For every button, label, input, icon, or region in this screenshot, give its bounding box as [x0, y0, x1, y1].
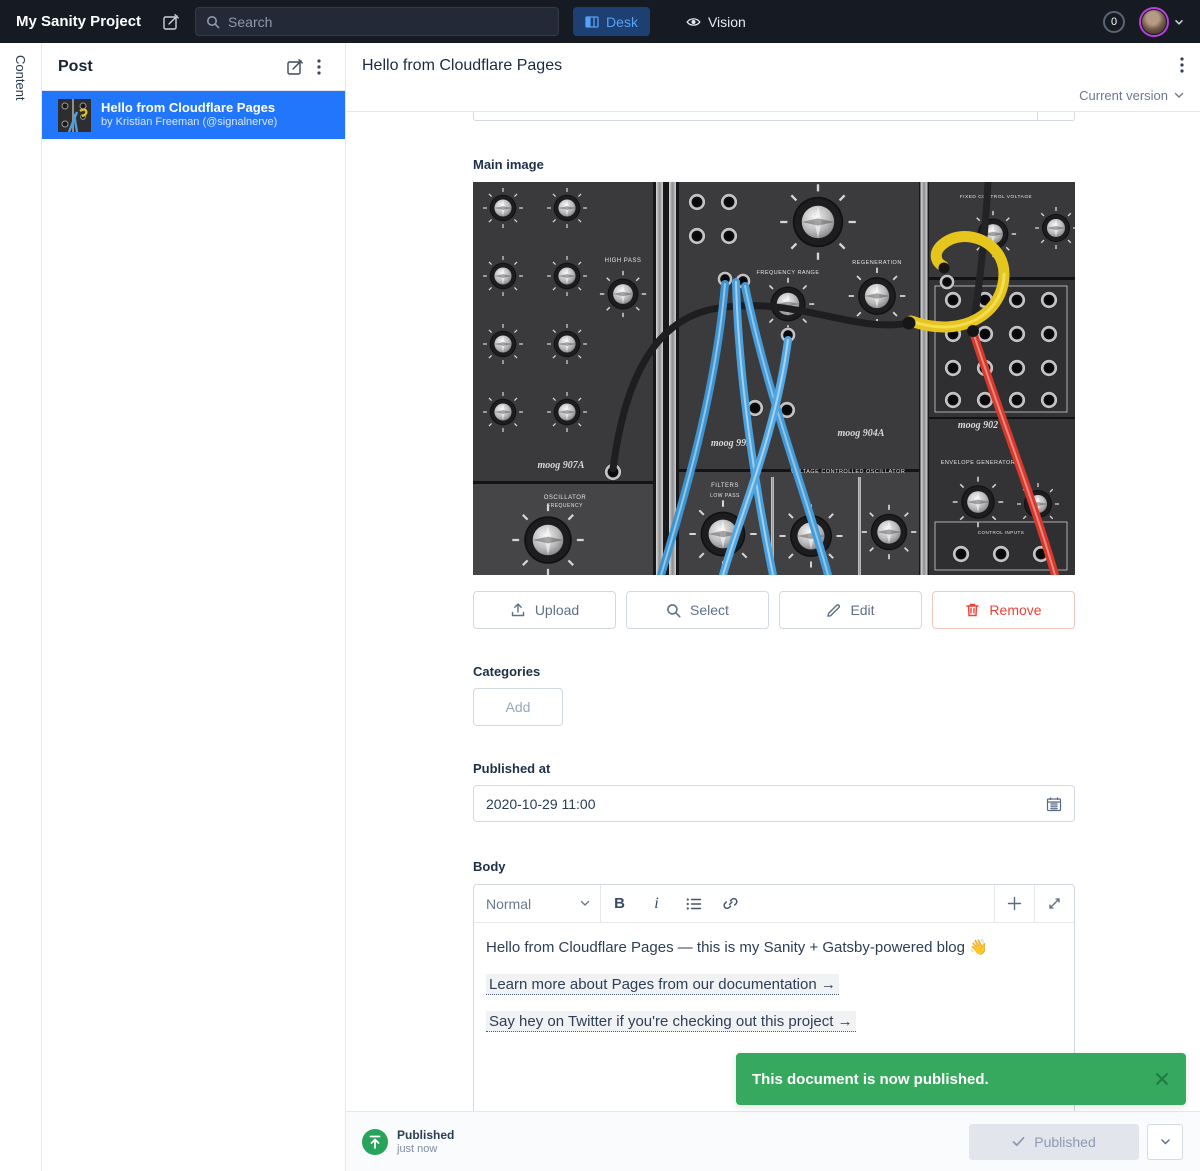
document-list-pane: Post	[42, 43, 346, 1171]
editor-content[interactable]: Hello from Cloudflare Pages — this is my…	[474, 923, 1074, 1061]
document-pane: Hello from Cloudflare Pages Current vers…	[346, 43, 1200, 1171]
published-at-input[interactable]: 2020-10-29 11:00	[473, 785, 1075, 822]
photo-label: CONTROL INPUTS	[978, 530, 1025, 535]
chevron-down-icon[interactable]	[1174, 18, 1184, 26]
tab-desk[interactable]: Desk	[573, 7, 650, 36]
remove-button[interactable]: Remove	[932, 591, 1075, 629]
editor-toolbar: Normal B i	[474, 885, 1074, 923]
check-icon	[1012, 1136, 1025, 1147]
list-item[interactable]: Hello from Cloudflare Pages by Kristian …	[42, 91, 345, 139]
photo-label: VOLTAGE CONTROLLED OSCILLATOR	[791, 469, 906, 475]
photo-label: OSCILLATOR	[544, 495, 587, 501]
pane-title: Post	[58, 58, 283, 76]
chevron-down-icon	[1174, 92, 1184, 99]
body-link-docs[interactable]: Learn more about Pages from our document…	[486, 974, 839, 995]
document-menu-icon[interactable]	[1180, 57, 1184, 73]
photo-label: FILTERS	[711, 483, 739, 489]
upload-icon	[510, 602, 526, 618]
search-placeholder: Search	[228, 14, 272, 30]
search-icon	[206, 15, 220, 29]
notifications-badge[interactable]: 0	[1103, 11, 1125, 33]
pencil-icon	[826, 603, 841, 618]
document-form: Main image	[346, 112, 1200, 1111]
body-link-twitter[interactable]: Say hey on Twitter if you're checking ou…	[486, 1011, 856, 1032]
eye-icon	[686, 15, 701, 29]
edit-button[interactable]: Edit	[779, 591, 922, 629]
field-label-categories: Categories	[473, 664, 1075, 679]
calendar-icon[interactable]	[1046, 796, 1062, 812]
list-item-subtitle: by Kristian Freeman (@signalnerve)	[101, 116, 277, 130]
search-input[interactable]: Search	[195, 7, 559, 36]
body-paragraph: Hello from Cloudflare Pages — this is my…	[486, 937, 1062, 959]
photo-label: moog 907A	[538, 460, 585, 471]
toast-published: This document is now published.	[736, 1053, 1186, 1105]
bold-button[interactable]: B	[601, 885, 638, 922]
photo-label: LOW PASS	[710, 493, 740, 499]
main-image-photo[interactable]: HIGH PASS FREQUENCY RANGE REGENERATION F…	[473, 182, 1075, 575]
search-icon	[666, 603, 681, 618]
list-item-thumbnail	[58, 99, 91, 132]
close-icon[interactable]	[1154, 1071, 1170, 1087]
expand-icon	[1048, 897, 1061, 910]
version-selector[interactable]: Current version	[1079, 88, 1184, 103]
style-select[interactable]: Normal	[474, 885, 601, 922]
desk-icon	[585, 15, 599, 29]
toast-message: This document is now published.	[752, 1071, 989, 1088]
upload-button[interactable]: Upload	[473, 591, 616, 629]
insert-block-button[interactable]	[994, 885, 1034, 922]
list-pane-header: Post	[42, 43, 345, 91]
chevron-down-icon	[1160, 1138, 1171, 1146]
list-item-title: Hello from Cloudflare Pages	[101, 100, 277, 116]
photo-label: FREQUENCY RANGE	[756, 270, 819, 276]
photo-label: HIGH PASS	[605, 258, 642, 264]
compose-icon[interactable]	[161, 12, 181, 32]
publish-menu-button[interactable]	[1147, 1124, 1183, 1160]
plus-icon	[1007, 896, 1022, 911]
add-category-button[interactable]: Add	[473, 688, 563, 726]
bulleted-list-button[interactable]	[675, 885, 712, 922]
link-button[interactable]	[712, 885, 749, 922]
field-label-main-image: Main image	[473, 157, 1075, 172]
pane-menu-icon[interactable]	[307, 55, 331, 79]
top-bar: My Sanity Project Search Desk Vision 0	[0, 0, 1200, 43]
document-title: Hello from Cloudflare Pages	[362, 57, 1180, 75]
photo-label: moog 902	[958, 420, 998, 431]
photo-label: FREQUENCY	[547, 503, 583, 509]
slug-field-partial[interactable]	[473, 112, 1075, 121]
publish-status-title: Published	[397, 1128, 454, 1142]
photo-label: FIXED CONTROL VOLTAGE	[960, 194, 1033, 200]
avatar[interactable]	[1139, 7, 1169, 37]
published-button[interactable]: Published	[969, 1124, 1139, 1160]
project-title: My Sanity Project	[16, 13, 141, 30]
italic-button[interactable]: i	[638, 885, 675, 922]
tab-vision[interactable]: Vision	[674, 7, 758, 36]
document-header: Hello from Cloudflare Pages Current vers…	[346, 43, 1200, 112]
select-button[interactable]: Select	[626, 591, 769, 629]
photo-label: ENVELOPE GENERATOR	[941, 460, 1016, 466]
field-label-published-at: Published at	[473, 761, 1075, 776]
new-document-icon[interactable]	[283, 55, 307, 79]
publish-status-icon	[362, 1129, 388, 1155]
photo-label: REGENERATION	[852, 260, 902, 266]
trash-icon	[965, 602, 980, 618]
expand-editor-button[interactable]	[1034, 885, 1074, 922]
chevron-down-icon	[580, 900, 590, 907]
document-footer: Published just now Published	[346, 1111, 1200, 1171]
published-at-value: 2020-10-29 11:00	[486, 796, 596, 812]
content-rail: Content	[0, 43, 42, 1171]
photo-label: moog 904A	[838, 428, 885, 439]
publish-status-time: just now	[397, 1143, 454, 1155]
photo-label: moog 995	[711, 438, 751, 449]
field-label-body: Body	[473, 859, 1075, 874]
sidebar-item-content[interactable]: Content	[13, 55, 28, 1171]
